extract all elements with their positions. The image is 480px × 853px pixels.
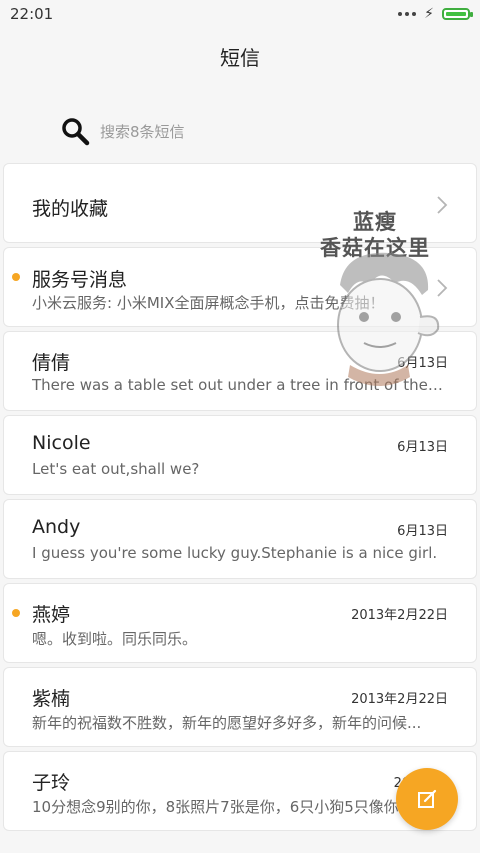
message-preview: 10分想念9别的你，8张照片7张是你，6只小狗5只像你 — [32, 798, 399, 816]
conversation-item[interactable]: Andy 6月13日 I guess you're some lucky guy… — [3, 499, 477, 579]
page-title: 短信 — [220, 46, 260, 70]
status-icons: ⚡ — [398, 6, 473, 22]
message-date: 2013年2月22日 — [351, 692, 448, 707]
status-bar: 22:01 ⚡ — [0, 0, 480, 28]
favorites-label: 我的收藏 — [32, 198, 109, 220]
charging-bolt-icon: ⚡ — [424, 6, 434, 22]
message-date: 2013年2月22日 — [351, 608, 448, 623]
search-icon — [62, 118, 90, 146]
search-bar[interactable]: 搜索8条短信 — [60, 114, 420, 148]
message-date: 6月13日 — [397, 440, 448, 455]
contact-name: 紫楠 — [32, 688, 71, 710]
contact-name: Andy — [32, 516, 81, 538]
watermark-text-line2: 香菇在这里 — [320, 236, 430, 260]
contact-name: Nicole — [32, 432, 91, 454]
contact-name: 倩倩 — [32, 352, 71, 374]
message-date: 6月13日 — [397, 356, 448, 371]
service-preview: 小米云服务: 小米MIX全面屏概念手机，点击免费抽！ — [32, 294, 385, 312]
contact-name: 燕婷 — [32, 604, 71, 626]
conversation-item[interactable]: 紫楠 2013年2月22日 新年的祝福数不胜数，新年的愿望好多好多，新年的问候.… — [3, 667, 477, 747]
message-date: 6月13日 — [397, 524, 448, 539]
unread-dot — [12, 609, 20, 617]
service-title: 服务号消息 — [32, 269, 128, 291]
conversation-item[interactable]: 倩倩 6月13日 There was a table set out under… — [3, 331, 477, 411]
message-preview: Let's eat out,shall we? — [32, 460, 200, 478]
conversation-item[interactable]: Nicole 6月13日 Let's eat out,shall we? — [3, 415, 477, 495]
compose-button[interactable] — [396, 768, 458, 830]
contact-name: 子玲 — [32, 772, 71, 794]
conversation-item[interactable]: 燕婷 2013年2月22日 嗯。收到啦。同乐同乐。 — [3, 583, 477, 663]
message-preview: 嗯。收到啦。同乐同乐。 — [32, 630, 198, 648]
message-preview: 新年的祝福数不胜数，新年的愿望好多好多，新年的问候... — [32, 714, 422, 732]
search-placeholder: 搜索8条短信 — [100, 122, 185, 141]
unread-dot — [12, 273, 20, 281]
battery-icon — [442, 8, 473, 20]
message-preview: There was a table set out under a tree i… — [32, 376, 446, 394]
status-time: 22:01 — [10, 5, 54, 23]
message-preview: I guess you're some lucky guy.Stephanie … — [32, 544, 438, 562]
chevron-right-icon — [437, 279, 448, 297]
compose-icon — [418, 789, 437, 808]
more-dots-icon — [398, 12, 417, 16]
